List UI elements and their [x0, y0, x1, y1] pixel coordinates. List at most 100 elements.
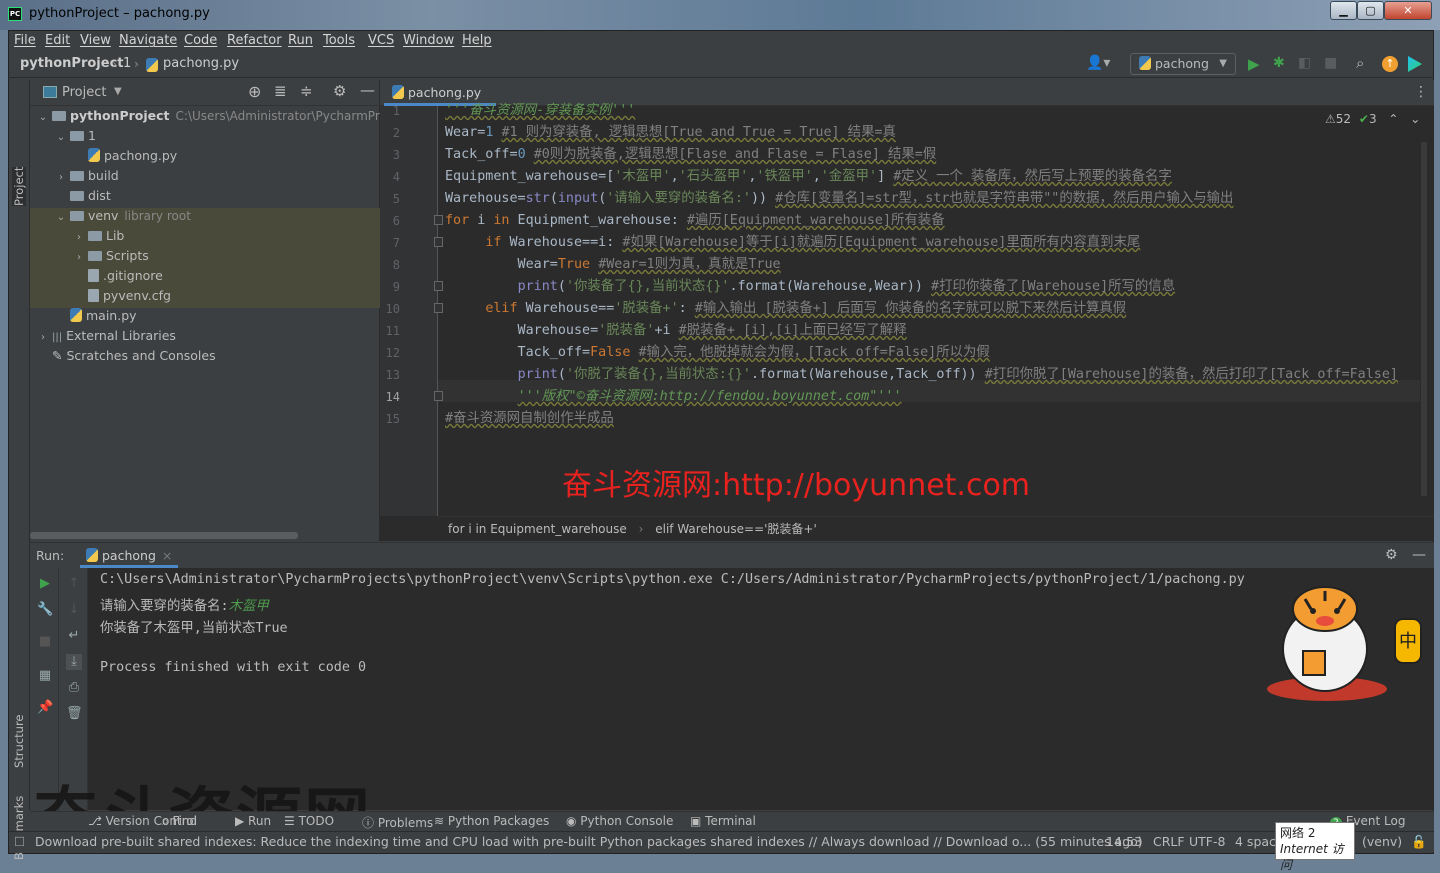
tree-item[interactable]: dist [30, 186, 380, 206]
chevron-down-icon[interactable]: ⌄ [52, 128, 70, 148]
previous-highlight-icon[interactable]: ⌃ [1388, 112, 1398, 126]
locate-icon[interactable]: ⊕ [248, 82, 261, 101]
horizontal-scrollbar[interactable] [30, 532, 298, 539]
menu-navigate[interactable]: Navigate [119, 33, 177, 48]
run-icon[interactable]: ▶ [1248, 55, 1260, 73]
breadcrumb-elif[interactable]: elif Warehouse=='脱装备+' [655, 522, 817, 536]
hide-icon[interactable]: — [360, 81, 375, 99]
structure-tool-tab[interactable]: Structure [12, 715, 26, 769]
chevron-right-icon[interactable]: › [70, 248, 88, 268]
chevron-down-icon[interactable]: ▼ [114, 86, 122, 97]
hide-icon[interactable]: — [1412, 543, 1426, 568]
plugin-logo-icon[interactable] [1408, 56, 1422, 72]
collapse-all-icon[interactable]: ≑ [300, 82, 313, 100]
menu-file[interactable]: File [14, 33, 36, 48]
tree-item[interactable]: › ||| External Libraries [30, 326, 380, 346]
code-line[interactable]: Tack_off=0 #0则为脱装备,逻辑思想[Flase and Flase … [445, 144, 936, 166]
tree-item[interactable]: ✎ Scratches and Consoles [30, 346, 380, 366]
minimize-button[interactable]: ▁ [1330, 1, 1357, 20]
tree-item[interactable]: ⌄ pythonProject C:\Users\Administrator\Pyc… [30, 106, 502, 128]
status-message[interactable]: Download pre-built shared indexes: Reduc… [35, 832, 1143, 852]
tree-item[interactable]: › Scripts [30, 246, 380, 266]
coverage-icon[interactable]: ◧ [1298, 55, 1311, 71]
search-icon[interactable]: ⌕ [1356, 54, 1364, 72]
file-encoding[interactable]: UTF-8 [1189, 832, 1225, 852]
menu-edit[interactable]: Edit [45, 33, 70, 48]
tool-window-todo[interactable]: ☰ TODO [284, 814, 334, 828]
run-config-select[interactable]: pachong ▼ [1130, 53, 1236, 75]
tree-item[interactable]: ⌄ venv library root [30, 206, 380, 226]
code-token: for [445, 213, 470, 228]
tree-item[interactable]: pyvenv.cfg [30, 286, 380, 306]
code-line[interactable]: '''奋斗资源网-穿装备实例''' [445, 100, 635, 122]
line-separator[interactable]: CRLF [1153, 832, 1185, 852]
tree-item[interactable]: › Lib [30, 226, 380, 246]
expand-all-icon[interactable]: ≣ [274, 82, 287, 100]
maximize-button[interactable]: ▢ [1357, 1, 1384, 20]
folder-icon [70, 131, 84, 141]
interpreter[interactable]: (venv) [1362, 832, 1402, 852]
tree-item[interactable]: › build [30, 166, 380, 186]
chevron-down-icon[interactable]: ⌄ [52, 208, 70, 228]
gear-icon[interactable]: ⚙ [1385, 543, 1398, 568]
menu-refactor[interactable]: Refactor [227, 33, 282, 48]
menu-view[interactable]: View [80, 33, 111, 48]
code-line[interactable]: Tack_off=False #输入完，他脱掉就会为假，[Tack_off=Fa… [445, 342, 990, 364]
tool-window-terminal[interactable]: ▣ Terminal [690, 814, 756, 828]
project-view-select[interactable]: Project [62, 85, 106, 100]
code-area[interactable]: '''奋斗资源网-穿装备实例''' Wear=1 #1 则为穿装备, 逻辑思想[T… [380, 103, 1434, 516]
chevron-right-icon[interactable]: › [52, 168, 70, 188]
code-line[interactable]: print('你装备了{},当前状态{}'.format(Warehouse,W… [445, 276, 1176, 298]
menu-vcs[interactable]: VCS [368, 33, 394, 48]
menu-tools[interactable]: Tools [323, 33, 355, 48]
close-tab-icon[interactable]: × [162, 548, 172, 563]
nav-folder[interactable]: 1 [123, 56, 131, 71]
chevron-right-icon[interactable]: › [70, 228, 88, 248]
tree-item[interactable]: pachong.py [30, 146, 380, 166]
tool-window-find[interactable]: ⌕ Find [162, 814, 197, 829]
nav-project[interactable]: pythonProject [20, 56, 124, 71]
code-line[interactable]: Wear=1 #1 则为穿装备, 逻辑思想[True and True = Tr… [445, 122, 896, 144]
menu-window[interactable]: Window [403, 33, 454, 48]
tree-item[interactable]: main.py [30, 306, 380, 326]
next-highlight-icon[interactable]: ⌄ [1410, 112, 1420, 126]
code-line[interactable]: for i in Equipment_warehouse: #遍历[Equipm… [445, 210, 945, 232]
notification-icon[interactable]: ☐ [14, 832, 25, 852]
tool-window-python-packages[interactable]: ≋ Python Packages [434, 814, 549, 828]
stop-icon[interactable]: ■ [1324, 55, 1337, 71]
lock-icon[interactable]: 🔓 [1411, 832, 1427, 852]
code-line[interactable]: Wear=True #Wear=1则为真，真就是True [445, 254, 781, 276]
gear-icon[interactable]: ⚙ [333, 82, 346, 100]
project-tool-tab[interactable]: Project [12, 166, 26, 206]
code-line[interactable]: Warehouse='脱装备'+i #脱装备+ [i],[i]上面已经写了解释 [445, 320, 907, 342]
caret-position[interactable]: 14:53 [1106, 832, 1142, 852]
tool-window-problems[interactable]: ⓘ Problems [362, 814, 433, 831]
tool-window-run[interactable]: ▶ Run [235, 814, 271, 828]
nav-file[interactable]: pachong.py [163, 56, 239, 71]
more-options-icon[interactable]: ⋮ [1414, 84, 1428, 100]
code-line[interactable]: Equipment_warehouse=['木盔甲','石头盔甲','铁盔甲',… [445, 166, 1172, 188]
tree-item[interactable]: ⌄ 1 [30, 126, 380, 146]
code-line[interactable]: #奋斗资源网自制创作半成品 [445, 408, 614, 430]
debug-icon[interactable]: ✱ [1273, 55, 1285, 71]
chevron-right-icon[interactable]: › [34, 328, 52, 348]
code-line[interactable]: Warehouse=str(input('请输入要穿的装备名:')) #仓库[变… [445, 188, 1233, 210]
menu-help[interactable]: Help [462, 33, 492, 48]
code-line[interactable]: elif Warehouse=='脱装备+': #输入输出 [脱装备+] 后面写… [445, 298, 1126, 320]
chevron-down-icon[interactable]: ⌄ [34, 108, 52, 128]
update-icon[interactable]: ↑ [1382, 56, 1398, 72]
editor-scrollbar[interactable] [1421, 142, 1427, 496]
user-icon[interactable]: 👤▾ [1086, 55, 1110, 71]
menu-code[interactable]: Code [184, 33, 217, 48]
run-tab-pachong[interactable]: pachong × [80, 543, 179, 568]
tool-window-icon: ▶ [235, 814, 249, 828]
inspection-widget[interactable]: ⚠52 ✔3 ⌃ ⌄ [1325, 112, 1420, 126]
close-button[interactable]: ✕ [1384, 1, 1432, 20]
code-line[interactable]: print('你脱了装备{},当前状态:{}'.format(Warehouse… [445, 364, 1398, 386]
tool-window-python-console[interactable]: ◉ Python Console [566, 814, 673, 828]
breadcrumb-for[interactable]: for i in Equipment_warehouse [448, 522, 627, 536]
code-line[interactable]: '''版权"©奋斗资源网:http://fendou.boyunnet.com"… [445, 386, 902, 408]
code-line[interactable]: if Warehouse==i: #如果[Warehouse]等于[i]就遍历[… [445, 232, 1140, 254]
tree-item[interactable]: .gitignore [30, 266, 380, 286]
menu-run[interactable]: Run [288, 33, 313, 48]
